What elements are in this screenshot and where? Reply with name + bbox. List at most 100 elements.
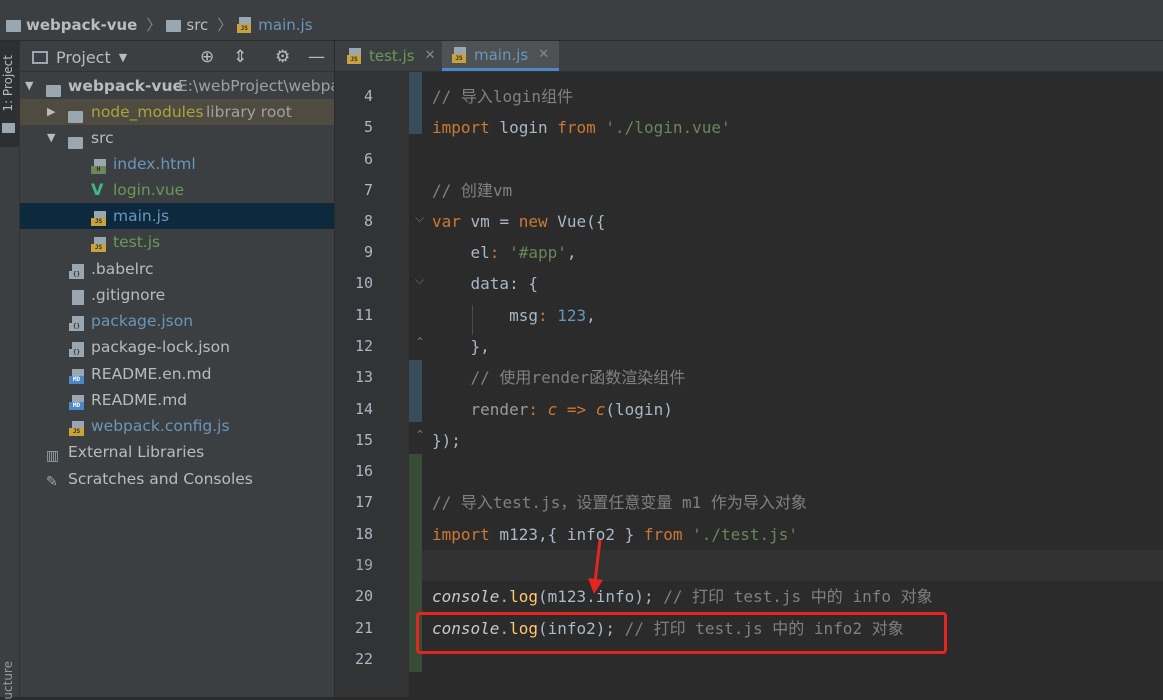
code-line-10[interactable]: data: { xyxy=(432,268,538,299)
project-view-selector[interactable]: Project ▼ xyxy=(32,48,127,67)
line-number: 14 xyxy=(354,400,373,418)
line-number: 11 xyxy=(354,306,373,324)
project-panel-header: Project ▼ ⊕ ⇕ ⚙ — xyxy=(20,41,334,72)
locate-icon[interactable]: ⊕ xyxy=(200,47,214,67)
identifier: console xyxy=(432,587,500,606)
tree-item-package-json[interactable]: {} package.json xyxy=(20,308,334,334)
tree-item-label: node_modules xyxy=(91,103,204,121)
left-tool-strip: 1: Project ucture xyxy=(0,41,20,700)
keyword: import xyxy=(432,525,490,544)
tree-item-login-vue[interactable]: V login.vue xyxy=(20,177,334,203)
chevron-right-icon[interactable]: ▶ xyxy=(47,99,55,125)
tree-item-src[interactable]: ▼ src xyxy=(20,125,334,151)
property: msg xyxy=(509,306,538,325)
folder-icon xyxy=(2,123,15,133)
tree-item-main-js[interactable]: JS main.js xyxy=(20,203,334,229)
tree-item-label: index.html xyxy=(113,155,196,173)
tree-item-label: README.en.md xyxy=(91,365,212,383)
line-number: 18 xyxy=(354,525,373,543)
tree-item-label: login.vue xyxy=(113,181,185,199)
code-line-4[interactable]: // 导入login组件 xyxy=(432,81,573,112)
tree-item-package-lock[interactable]: {} package-lock.json xyxy=(20,334,334,360)
fold-icon[interactable]: ⌵ xyxy=(415,273,424,288)
comment: // 创建vm xyxy=(432,181,513,200)
punctuation: }, xyxy=(470,337,490,356)
code-line-14[interactable]: render: c => c(login) xyxy=(432,394,673,425)
structure-tool-tab[interactable]: ucture xyxy=(1,661,15,700)
tree-item-test-js[interactable]: JS test.js xyxy=(20,229,334,255)
identifier: m123,{ info2 } xyxy=(489,525,644,544)
punctuation: : xyxy=(537,306,558,325)
line-number: 8 xyxy=(363,212,373,230)
code-line-5[interactable]: import login from './login.vue' xyxy=(432,112,731,143)
close-icon[interactable]: ✕ xyxy=(425,41,436,71)
tree-item-babelrc[interactable]: {} .babelrc xyxy=(20,256,334,282)
tree-item-root[interactable]: ▼ webpack-vue E:\webProject\webpa xyxy=(20,73,334,99)
code-line-11[interactable]: msg: 123, xyxy=(432,300,596,331)
string: './test.js' xyxy=(692,525,799,544)
method: log xyxy=(509,587,538,606)
fold-icon[interactable]: ⌃ xyxy=(415,428,425,442)
tree-item-label: Scratches and Consoles xyxy=(68,470,253,488)
editor-tabs: JS test.js ✕ JS main.js ✕ xyxy=(335,41,1163,72)
tab-test-js[interactable]: JS test.js ✕ xyxy=(337,41,445,71)
line-number: 19 xyxy=(354,556,373,574)
fold-icon[interactable]: ⌵ xyxy=(415,211,424,226)
code-line-7[interactable]: // 创建vm xyxy=(432,175,512,206)
property: render xyxy=(470,400,529,419)
breadcrumb-project[interactable]: webpack-vue xyxy=(26,16,137,34)
string: '#app' xyxy=(509,243,567,262)
project-tool-tab-label: 1: Project xyxy=(1,55,15,112)
tree-item-readme-en[interactable]: MD README.en.md xyxy=(20,361,334,387)
line-number: 4 xyxy=(363,87,373,105)
close-icon[interactable]: ✕ xyxy=(538,40,549,70)
tree-item-scratches[interactable]: ✎ Scratches and Consoles xyxy=(20,466,334,492)
tree-item-index-html[interactable]: H index.html xyxy=(20,151,334,177)
tree-item-label: README.md xyxy=(91,391,188,409)
tree-item-path: E:\webProject\webpa xyxy=(178,77,335,95)
punctuation: : xyxy=(489,243,510,262)
keyword: var xyxy=(432,212,461,231)
tree-item-external-libraries[interactable]: ▥ External Libraries xyxy=(20,439,334,465)
breadcrumb: webpack-vue 〉 src 〉 JS main.js xyxy=(6,14,313,35)
gear-icon[interactable]: ⚙ xyxy=(275,47,290,67)
line-number: 12 xyxy=(354,337,373,355)
chevron-right-icon: 〉 xyxy=(146,16,162,34)
punctuation: , xyxy=(586,306,596,325)
code-line-15[interactable]: }); xyxy=(432,425,461,456)
code-line-9[interactable]: el: '#app', xyxy=(432,237,577,268)
chevron-down-icon[interactable]: ▼ xyxy=(25,73,33,99)
comment: // 使用render函数渲染组件 xyxy=(470,368,686,387)
js-file-icon: JS xyxy=(347,48,363,64)
collapse-all-icon[interactable]: ⇕ xyxy=(233,47,247,67)
keyword: new xyxy=(518,212,548,231)
tab-main-js[interactable]: JS main.js ✕ xyxy=(442,40,560,71)
change-marker xyxy=(409,360,422,422)
tree-item-gitignore[interactable]: .gitignore xyxy=(20,282,334,308)
code-line-13[interactable]: // 使用render函数渲染组件 xyxy=(432,362,686,393)
line-number: 6 xyxy=(363,150,373,168)
code-line-8[interactable]: var vm = new Vue({ xyxy=(432,206,605,237)
breadcrumb-folder[interactable]: src xyxy=(186,16,208,34)
identifier: vm = xyxy=(460,212,519,231)
tree-item-node-modules[interactable]: ▶ node_modules library root xyxy=(20,99,334,125)
line-number: 21 xyxy=(354,619,373,637)
tree-item-readme[interactable]: MD README.md xyxy=(20,387,334,413)
fold-icon[interactable]: ⌃ xyxy=(415,335,425,349)
breadcrumb-file[interactable]: main.js xyxy=(258,16,312,34)
code-line-12[interactable]: }, xyxy=(432,331,490,362)
folder-icon xyxy=(6,19,21,32)
number: 123 xyxy=(557,306,587,325)
parameter: c xyxy=(595,400,606,419)
chevron-down-icon[interactable]: ▼ xyxy=(119,51,127,64)
tree-item-webpack-config[interactable]: JS webpack.config.js xyxy=(20,413,334,439)
punctuation: , xyxy=(566,243,577,262)
chevron-down-icon[interactable]: ▼ xyxy=(47,125,55,151)
code-line-18[interactable]: import m123,{ info2 } from './test.js' xyxy=(432,519,798,550)
comment: // 导入login组件 xyxy=(432,87,574,106)
project-view-icon xyxy=(32,51,48,64)
code-line-20[interactable]: console.log(m123.info); // 打印 test.js 中的… xyxy=(432,581,933,612)
hide-panel-icon[interactable]: — xyxy=(308,47,325,67)
code-line-17[interactable]: // 导入test.js，设置任意变量 m1 作为导入对象 xyxy=(432,487,807,518)
code-editor[interactable]: ⌵ ⌵ ⌃ ⌃ 4 5 6 7 8 9 10 11 12 13 14 15 16… xyxy=(335,72,1163,697)
